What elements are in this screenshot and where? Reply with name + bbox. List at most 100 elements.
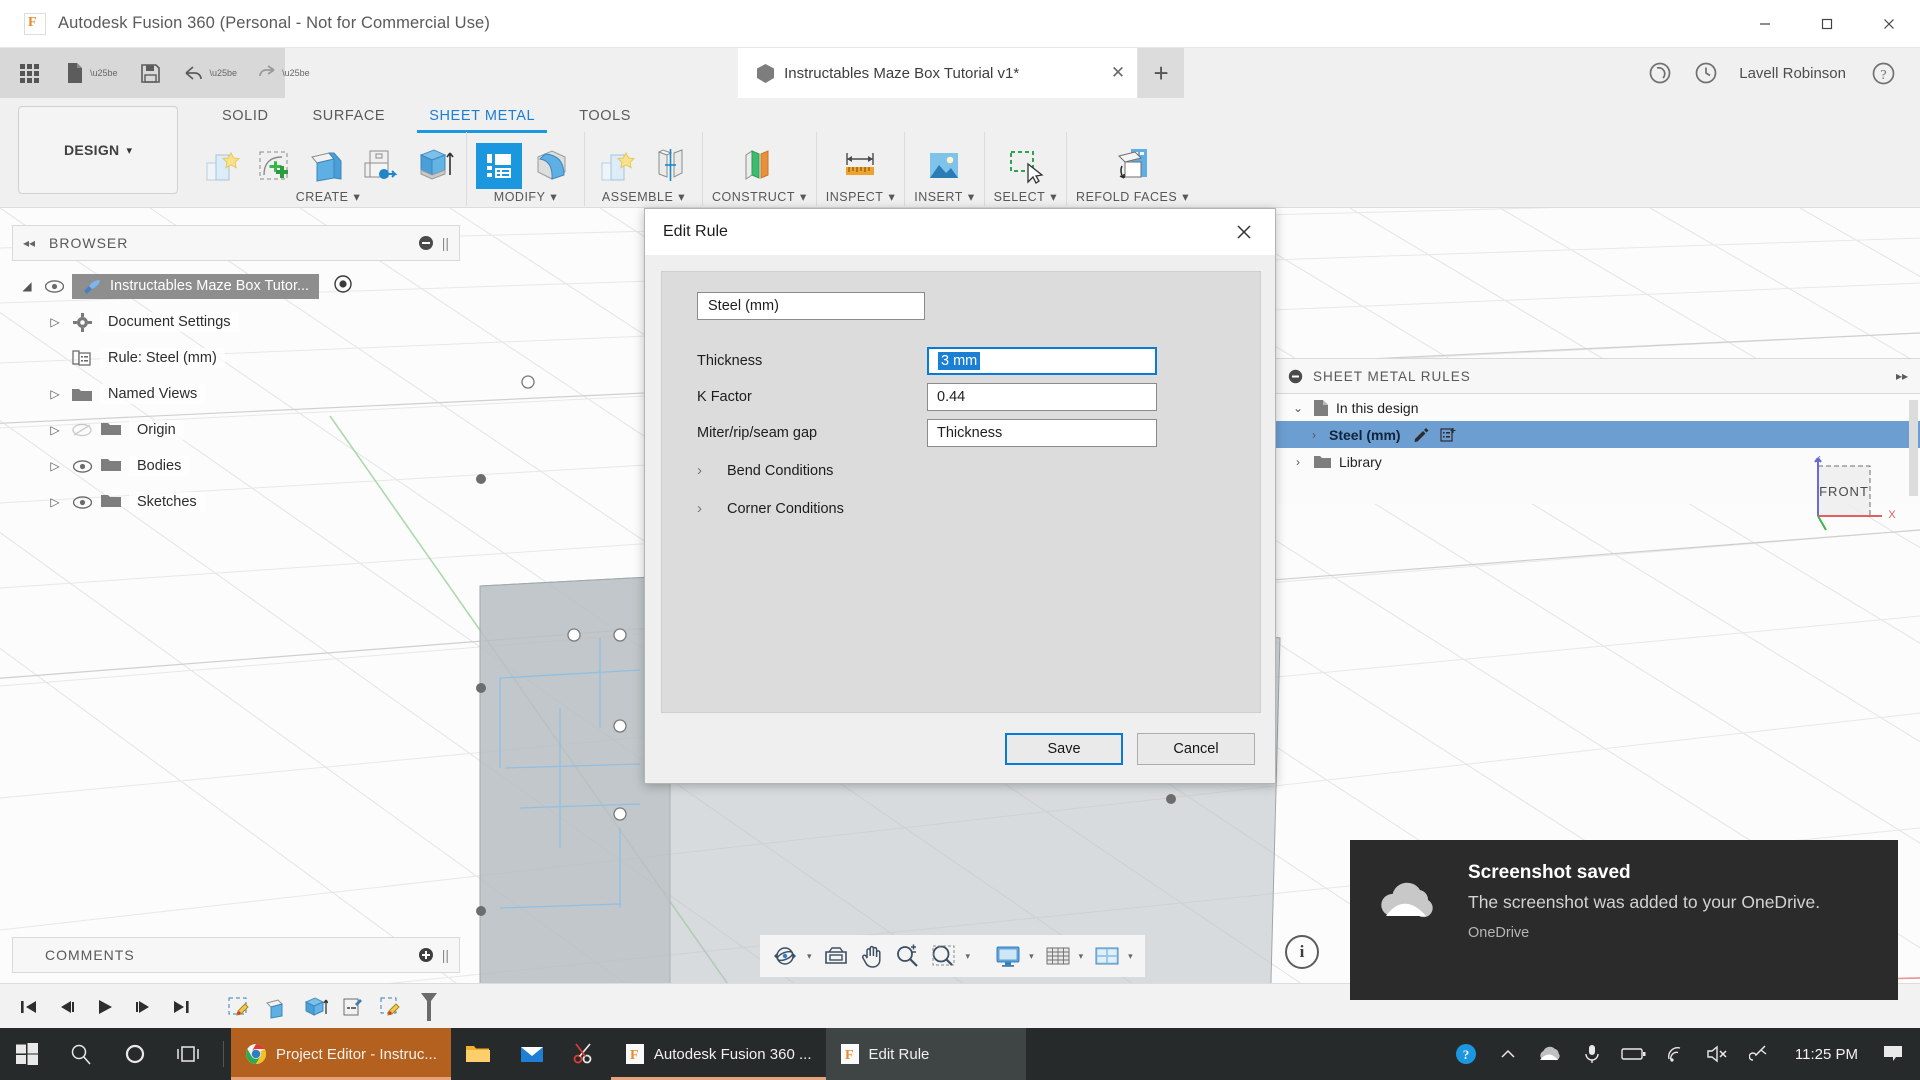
create-sketch-icon[interactable] bbox=[252, 143, 298, 189]
bodies-visibility-icon[interactable] bbox=[71, 459, 93, 473]
modify-bend-icon[interactable] bbox=[529, 143, 575, 189]
rules-expand-icon[interactable]: ▸▸ bbox=[1896, 369, 1908, 383]
ribbon-panel-modify-label[interactable]: MODIFY ▾ bbox=[494, 189, 557, 206]
rules-scrollbar[interactable] bbox=[1909, 400, 1918, 496]
timeline-marker[interactable] bbox=[412, 989, 446, 1025]
taskbar-app-project-editor[interactable]: Project Editor - Instruc... bbox=[231, 1028, 451, 1080]
browser-root-visibility-icon[interactable] bbox=[43, 279, 65, 293]
browser-minus-icon[interactable] bbox=[418, 235, 434, 251]
view-cube[interactable]: FRONT Z X bbox=[1800, 454, 1896, 531]
browser-item-root[interactable]: ◢ Instructables Maze Box Tutor... bbox=[18, 268, 458, 304]
bend-conditions-chevron-icon[interactable]: › bbox=[697, 462, 709, 479]
document-settings-expand-icon[interactable]: ▷ bbox=[46, 315, 64, 329]
browser-item-origin[interactable]: ▷ Origin bbox=[18, 412, 458, 448]
search-icon[interactable] bbox=[54, 1028, 108, 1080]
bodies-expand-icon[interactable]: ▷ bbox=[46, 459, 64, 473]
browser-root-radio-icon[interactable] bbox=[334, 275, 352, 297]
section-bend-conditions[interactable]: › Bend Conditions bbox=[697, 462, 833, 479]
taskbar-app-snipping-tool[interactable] bbox=[559, 1028, 611, 1080]
app-grid-icon[interactable] bbox=[20, 63, 39, 83]
rules-row-in-this-design[interactable]: ⌄ In this design bbox=[1276, 394, 1920, 421]
battery-icon[interactable] bbox=[1613, 1028, 1655, 1080]
start-button[interactable] bbox=[0, 1028, 54, 1080]
close-button[interactable] bbox=[1858, 0, 1920, 48]
timeline-feature-flange-icon[interactable] bbox=[260, 989, 294, 1025]
undo-caret-icon[interactable]: \u25be bbox=[210, 68, 238, 78]
new-rule-icon[interactable] bbox=[1439, 427, 1456, 443]
new-file-caret-icon[interactable]: \u25be bbox=[90, 68, 118, 78]
taskbar-app-file-explorer[interactable] bbox=[451, 1028, 505, 1080]
zoom-window-caret-icon[interactable]: ▾ bbox=[966, 951, 971, 962]
refold-faces-icon[interactable] bbox=[1110, 143, 1156, 189]
comments-resize-handle[interactable]: || bbox=[442, 947, 449, 963]
viewports-icon[interactable]: ▾ bbox=[1091, 939, 1136, 973]
modify-sheet-metal-rules-icon[interactable] bbox=[476, 143, 522, 189]
onedrive-tray-icon[interactable] bbox=[1529, 1028, 1571, 1080]
construct-caret-icon[interactable]: ▾ bbox=[800, 189, 807, 204]
timeline-feature-unfold-icon[interactable] bbox=[336, 989, 370, 1025]
timeline-play-button[interactable] bbox=[88, 989, 122, 1025]
info-icon[interactable]: i bbox=[1285, 935, 1319, 969]
pan-hand-icon[interactable] bbox=[857, 939, 887, 973]
create-extrude-icon[interactable] bbox=[411, 143, 457, 189]
cancel-button[interactable]: Cancel bbox=[1137, 733, 1255, 765]
assemble-new-component-icon[interactable] bbox=[594, 143, 640, 189]
create-flange-icon[interactable] bbox=[305, 143, 351, 189]
timeline-feature-extrude-icon[interactable] bbox=[298, 989, 332, 1025]
document-tab[interactable]: Instructables Maze Box Tutorial v1* ✕ bbox=[738, 48, 1139, 98]
browser-item-named-views[interactable]: ▷ Named Views bbox=[18, 376, 458, 412]
save-button[interactable]: Save bbox=[1005, 733, 1123, 765]
microphone-icon[interactable] bbox=[1571, 1028, 1613, 1080]
task-view-icon[interactable] bbox=[162, 1028, 216, 1080]
browser-resize-handle[interactable]: || bbox=[442, 235, 449, 251]
refold-caret-icon[interactable]: ▾ bbox=[1182, 189, 1189, 204]
wifi-icon[interactable] bbox=[1655, 1028, 1697, 1080]
orbit-caret-icon[interactable]: ▾ bbox=[807, 951, 812, 962]
rule-name-input[interactable]: Steel (mm) bbox=[697, 292, 925, 320]
browser-root-expand-icon[interactable]: ◢ bbox=[18, 279, 36, 293]
create-caret-icon[interactable]: ▾ bbox=[354, 189, 361, 204]
taskbar-app-fusion360[interactable]: F Autodesk Fusion 360 ... bbox=[610, 1028, 826, 1080]
zoom-icon[interactable] bbox=[892, 939, 922, 973]
display-settings-caret-icon[interactable]: ▾ bbox=[1029, 951, 1034, 962]
user-name[interactable]: Lavell Robinson bbox=[1739, 65, 1846, 82]
ribbon-panel-refold-faces-label[interactable]: REFOLD FACES ▾ bbox=[1076, 189, 1189, 206]
browser-item-sketches[interactable]: ▷ Sketches bbox=[18, 484, 458, 520]
named-views-expand-icon[interactable]: ▷ bbox=[46, 387, 64, 401]
display-settings-icon[interactable]: ▾ bbox=[992, 939, 1037, 973]
maximize-button[interactable] bbox=[1796, 0, 1858, 48]
k-factor-input[interactable]: 0.44 bbox=[927, 383, 1157, 411]
ribbon-panel-inspect-label[interactable]: INSPECT ▾ bbox=[826, 189, 895, 206]
library-expand-icon[interactable]: › bbox=[1290, 455, 1306, 469]
taskbar-clock[interactable]: 11:25 PM bbox=[1781, 1046, 1872, 1063]
create-unfold-icon[interactable] bbox=[358, 143, 404, 189]
origin-visibility-off-icon[interactable] bbox=[71, 423, 93, 437]
look-at-icon[interactable] bbox=[820, 939, 852, 973]
steel-rule-expand-icon[interactable]: › bbox=[1306, 428, 1322, 442]
browser-item-document-settings[interactable]: ▷ Document Settings bbox=[18, 304, 458, 340]
inspect-measure-icon[interactable] bbox=[837, 143, 883, 189]
rules-row-steel-mm[interactable]: › Steel (mm) bbox=[1276, 421, 1920, 448]
dialog-close-icon[interactable] bbox=[1227, 215, 1261, 249]
help-support-icon[interactable]: ? bbox=[1445, 1028, 1487, 1080]
new-tab-button[interactable]: + bbox=[1138, 48, 1185, 98]
action-center-icon[interactable] bbox=[1872, 1028, 1914, 1080]
inspect-caret-icon[interactable]: ▾ bbox=[888, 189, 895, 204]
ribbon-panel-insert-label[interactable]: INSERT ▾ bbox=[914, 189, 974, 206]
workspace-caret-icon[interactable]: ▾ bbox=[126, 144, 132, 157]
assemble-caret-icon[interactable]: ▾ bbox=[678, 189, 685, 204]
jobs-status-icon[interactable] bbox=[1637, 48, 1683, 98]
ribbon-panel-select-label[interactable]: SELECT ▾ bbox=[994, 189, 1057, 206]
pen-workspace-icon[interactable] bbox=[1739, 1028, 1781, 1080]
insert-caret-icon[interactable]: ▾ bbox=[968, 189, 975, 204]
undo-icon[interactable]: \u25be bbox=[183, 64, 238, 82]
modify-caret-icon[interactable]: ▾ bbox=[550, 189, 557, 204]
taskbar-app-mail[interactable] bbox=[505, 1028, 559, 1080]
origin-expand-icon[interactable]: ▷ bbox=[46, 423, 64, 437]
cortana-icon[interactable] bbox=[108, 1028, 162, 1080]
help-icon[interactable]: ? bbox=[1860, 48, 1906, 98]
edit-pencil-icon[interactable] bbox=[1414, 427, 1429, 442]
in-this-design-expand-icon[interactable]: ⌄ bbox=[1290, 401, 1306, 415]
taskbar-app-edit-rule[interactable]: F Edit Rule bbox=[825, 1028, 1026, 1080]
ribbon-tab-tools[interactable]: TOOLS bbox=[557, 102, 653, 133]
